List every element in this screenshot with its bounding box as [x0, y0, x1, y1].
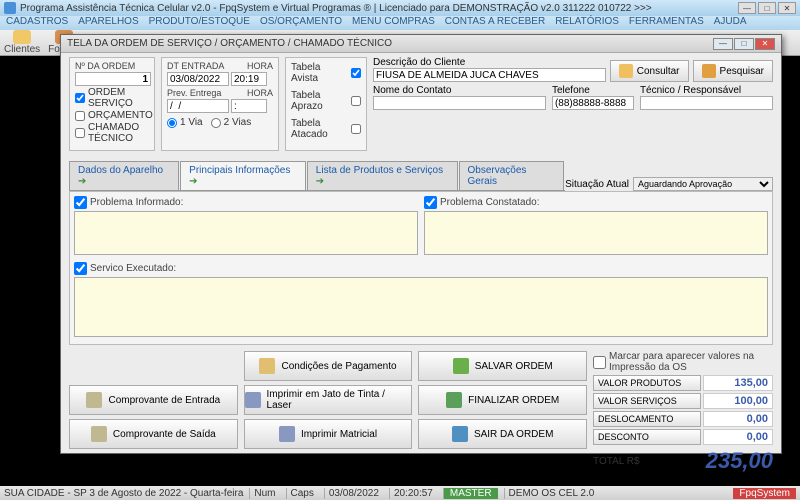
menu-os[interactable]: OS/ORÇAMENTO — [260, 16, 342, 30]
cliente-desc-input[interactable] — [373, 68, 606, 82]
desloc-value: 0,00 — [703, 411, 773, 427]
tab-dados-aparelho[interactable]: Dados do Aparelho ➔ — [69, 161, 179, 190]
pesquisar-icon — [702, 64, 716, 78]
dialog-close[interactable]: ✕ — [755, 38, 775, 50]
status-fpq: FpqSystem — [733, 488, 796, 499]
total-label: TOTAL R$ — [593, 456, 640, 467]
menu-ferramentas[interactable]: FERRAMENTAS — [629, 16, 704, 30]
desconto-value: 0,00 — [703, 429, 773, 445]
menu-compras[interactable]: MENU COMPRAS — [352, 16, 435, 30]
menu-aparelhos[interactable]: APARELHOS — [78, 16, 138, 30]
tab-principais[interactable]: Principais Informações ➔ — [180, 161, 306, 190]
salvar-button[interactable]: SALVAR ORDEM — [418, 351, 587, 381]
chk-marcar-impressao[interactable] — [593, 356, 606, 369]
chk-ordem-servico[interactable]: ORDEM SERVIÇO — [75, 87, 149, 109]
arrow-icon: ➔ — [189, 176, 197, 187]
produtos-label: VALOR PRODUTOS — [593, 375, 701, 391]
chk-problema-informado[interactable] — [74, 196, 87, 209]
chk-chamado[interactable]: CHAMADO TÉCNICO — [75, 122, 149, 144]
dialog-minimize[interactable]: — — [713, 38, 733, 50]
finalizar-button[interactable]: FINALIZAR ORDEM — [418, 385, 587, 415]
app-title: Programa Assistência Técnica Celular v2.… — [20, 3, 652, 14]
chk-servico-executado[interactable] — [74, 262, 87, 275]
main-titlebar: Programa Assistência Técnica Celular v2.… — [0, 0, 800, 16]
chk-problema-constatado[interactable] — [424, 196, 437, 209]
imprimir-jato-button[interactable]: Imprimir em Jato de Tinta / Laser — [244, 385, 413, 415]
radio-2vias[interactable]: 2 Vias — [211, 117, 252, 128]
status-demo: DEMO OS CEL 2.0 — [504, 488, 599, 499]
ordem-input[interactable] — [75, 72, 151, 86]
close-button[interactable]: ✕ — [778, 2, 796, 14]
problema-informado-textarea[interactable] — [74, 211, 418, 255]
status-location: SUA CIDADE - SP 3 de Agosto de 2022 - Qu… — [4, 488, 243, 499]
sair-button[interactable]: SAIR DA ORDEM — [418, 419, 587, 449]
exit-icon — [452, 426, 468, 442]
statusbar: SUA CIDADE - SP 3 de Agosto de 2022 - Qu… — [0, 486, 800, 500]
maximize-button[interactable]: □ — [758, 2, 776, 14]
pesquisar-button[interactable]: Pesquisar — [693, 60, 773, 82]
status-date: 03/08/2022 — [324, 488, 383, 499]
chk-tabela-aprazo[interactable]: Tabela Aprazo — [291, 90, 361, 112]
tecnico-input[interactable] — [640, 96, 773, 110]
situacao-select[interactable]: Aguardando Aprovação — [633, 177, 773, 191]
problema-constatado-textarea[interactable] — [424, 211, 768, 255]
dialog-title: TELA DA ORDEM DE SERVIÇO / ORÇAMENTO / C… — [67, 38, 392, 49]
menu-relatorios[interactable]: RELATÓRIOS — [555, 16, 619, 30]
telefone-input[interactable] — [552, 96, 634, 110]
dialog-maximize[interactable]: □ — [734, 38, 754, 50]
money-icon — [259, 358, 275, 374]
chk-tabela-atacado[interactable]: Tabela Atacado — [291, 118, 361, 140]
main-menubar: CADASTROS APARELHOS PRODUTO/ESTOQUE OS/O… — [0, 16, 800, 30]
hora2-input[interactable] — [231, 99, 267, 113]
desloc-label: DESLOCAMENTO — [593, 411, 701, 427]
chk-tabela-avista[interactable]: Tabela Avista — [291, 62, 361, 84]
desconto-label: DESCONTO — [593, 429, 701, 445]
status-num: Num — [249, 488, 279, 499]
menu-ajuda[interactable]: AJUDA — [714, 16, 747, 30]
minimize-button[interactable]: — — [738, 2, 756, 14]
printer-icon — [245, 392, 261, 408]
menu-cadastros[interactable]: CADASTROS — [6, 16, 68, 30]
produtos-value: 135,00 — [703, 375, 773, 391]
contato-input[interactable] — [373, 96, 546, 110]
servicos-value: 100,00 — [703, 393, 773, 409]
clientes-icon — [13, 30, 31, 44]
arrow-icon: ➔ — [316, 176, 324, 187]
dt-entrada-input[interactable] — [167, 72, 229, 86]
total-value: 235,00 — [706, 448, 773, 474]
finish-icon — [446, 392, 462, 408]
status-caps: Caps — [286, 488, 318, 499]
tab-lista-produtos[interactable]: Lista de Produtos e Serviços ➔ — [307, 161, 458, 190]
ordem-label: Nº DA ORDEM — [75, 61, 149, 71]
check-icon — [453, 358, 469, 374]
doc-icon — [86, 392, 102, 408]
toolbar-clientes[interactable]: Clientes — [4, 30, 40, 55]
dialog-titlebar: TELA DA ORDEM DE SERVIÇO / ORÇAMENTO / C… — [61, 35, 781, 53]
consultar-icon — [619, 64, 633, 78]
consultar-button[interactable]: Consultar — [610, 60, 689, 82]
app-icon — [4, 2, 16, 14]
hora-input[interactable] — [231, 72, 267, 86]
situacao-label: Situação Atual — [565, 179, 629, 190]
status-time: 20:20:57 — [389, 488, 437, 499]
doc-icon — [91, 426, 107, 442]
radio-1via[interactable]: 1 Via — [167, 117, 203, 128]
imprimir-matricial-button[interactable]: Imprimir Matricial — [244, 419, 413, 449]
tab-observacoes[interactable]: Observações Gerais — [459, 161, 565, 190]
servicos-label: VALOR SERVIÇOS — [593, 393, 701, 409]
chk-orcamento[interactable]: ORÇAMENTO — [75, 110, 149, 121]
menu-produto[interactable]: PRODUTO/ESTOQUE — [149, 16, 250, 30]
menu-contas[interactable]: CONTAS A RECEBER — [445, 16, 545, 30]
prev-entrega-input[interactable] — [167, 99, 229, 113]
os-dialog: TELA DA ORDEM DE SERVIÇO / ORÇAMENTO / C… — [60, 34, 782, 454]
servico-executado-textarea[interactable] — [74, 277, 768, 337]
printer-icon — [279, 426, 295, 442]
arrow-icon: ➔ — [78, 176, 86, 187]
comp-entrada-button[interactable]: Comprovante de Entrada — [69, 385, 238, 415]
cond-pagamento-button[interactable]: Condições de Pagamento — [244, 351, 413, 381]
status-master: MASTER — [443, 488, 498, 499]
comp-saida-button[interactable]: Comprovante de Saída — [69, 419, 238, 449]
